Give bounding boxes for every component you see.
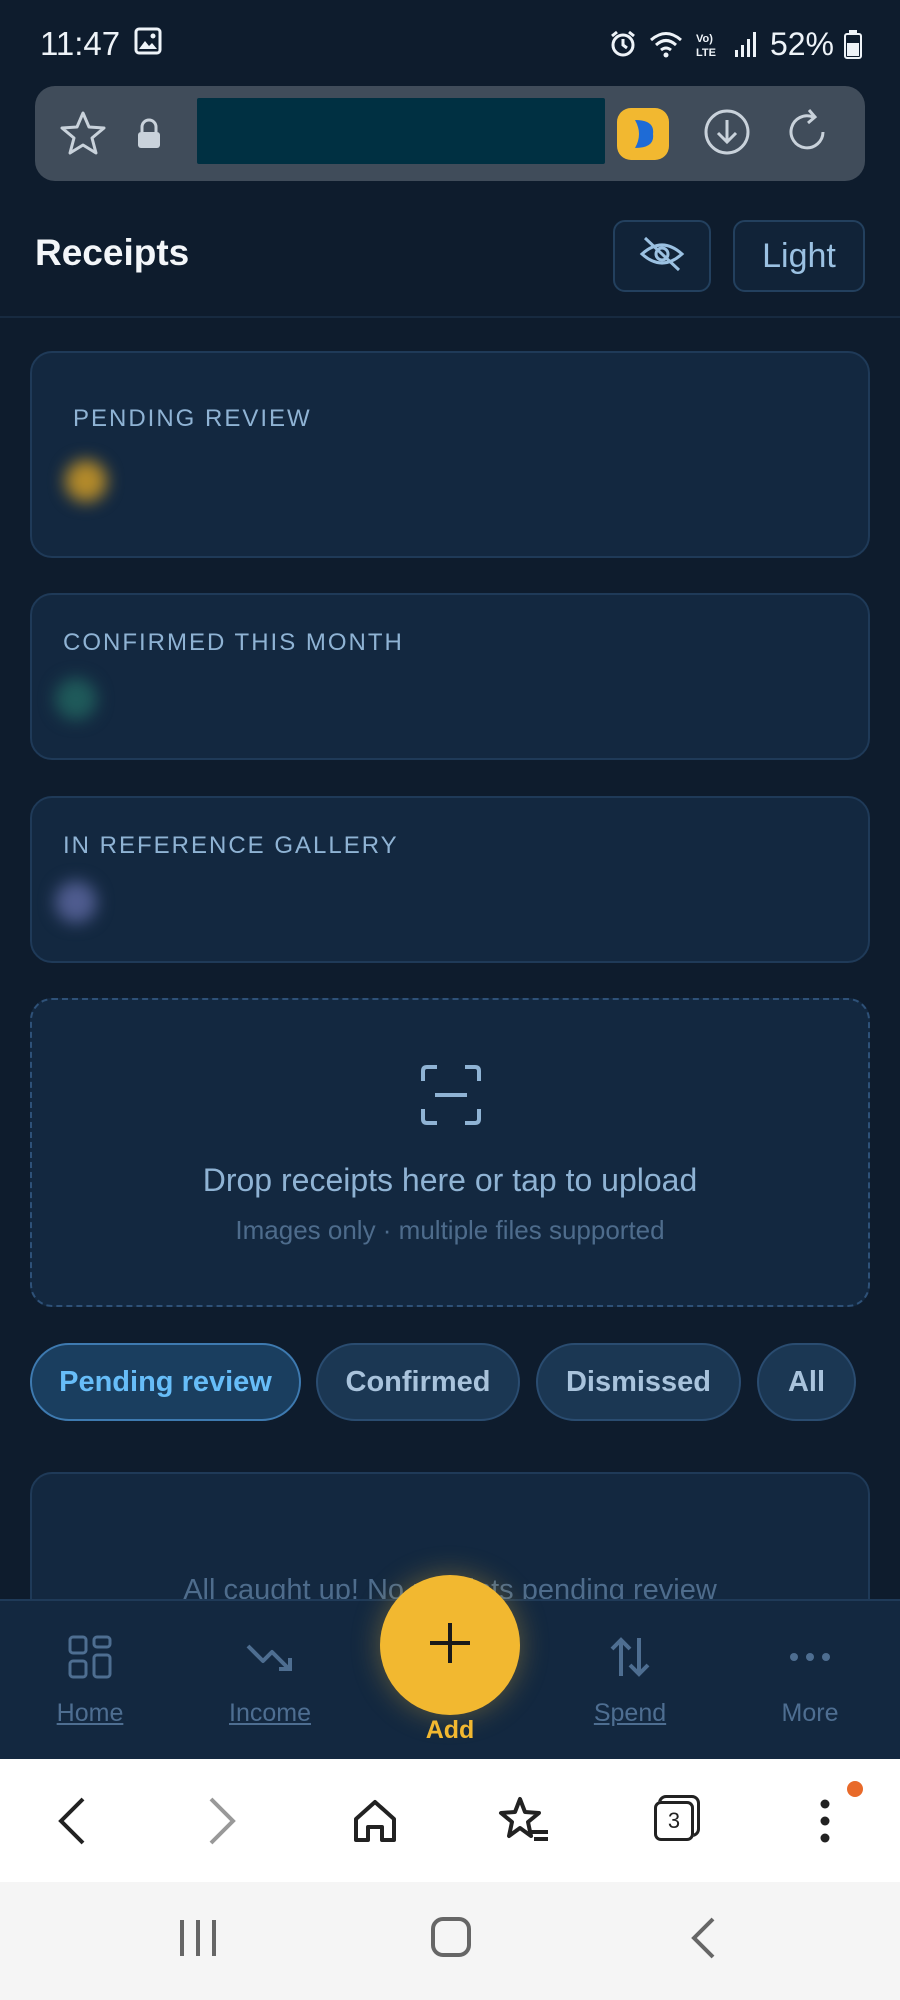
filter-all[interactable]: All [757,1343,856,1421]
receipt-upload-dropzone[interactable]: Drop receipts here or tap to upload Imag… [30,998,870,1307]
status-time: 11:47 [40,25,121,62]
app-header: Receipts Light [0,200,900,318]
lock-icon[interactable] [121,106,177,162]
stat-label: CONFIRMED THIS MONTH [63,629,404,656]
stat-label: IN REFERENCE GALLERY [63,832,399,859]
stat-value-hidden [55,881,97,923]
system-back-icon[interactable] [688,1916,718,1965]
svg-text:LTE: LTE [696,47,716,59]
dropzone-subtitle: Images only · multiple files supported [235,1215,665,1245]
signal-icon [734,30,760,58]
filter-confirmed[interactable]: Confirmed [316,1343,520,1421]
nav-income[interactable]: Income [200,1631,340,1728]
extension-icon[interactable] [617,108,669,160]
more-dots-icon [740,1631,880,1683]
add-label: Add [425,1716,475,1744]
status-bar: 11:47 Vo) LTE 52% [0,0,900,88]
grid-icon [20,1631,160,1683]
stat-value-hidden [65,460,107,502]
system-nav-bar [0,1882,900,2000]
notification-dot [847,1781,863,1797]
bookmarks-icon[interactable] [492,1789,556,1853]
back-icon[interactable] [40,1789,104,1853]
nav-label: Income [229,1699,311,1727]
add-receipt-button[interactable] [380,1575,520,1715]
stat-card-reference-gallery: IN REFERENCE GALLERY [30,796,870,963]
forward-icon[interactable] [190,1789,254,1853]
stat-card-pending-review: PENDING REVIEW [30,351,870,558]
browser-toolbar: 3 [0,1759,900,1882]
battery-text: 52% [769,25,834,62]
wifi-icon [648,29,684,59]
browser-address-bar [35,86,865,181]
gallery-icon [134,25,162,63]
dropzone-title: Drop receipts here or tap to upload [202,1162,698,1198]
home-icon[interactable] [343,1789,407,1853]
home-button-icon[interactable] [430,1916,472,1963]
plus-icon [428,1621,472,1670]
hide-amounts-button[interactable] [613,220,711,292]
tabs-count: 3 [654,1801,694,1841]
reload-icon[interactable] [779,104,835,165]
stat-value-hidden [55,678,97,720]
trend-down-icon [200,1631,340,1683]
nav-home[interactable]: Home [20,1631,160,1728]
svg-text:Vo): Vo) [696,33,713,45]
url-field[interactable] [197,98,605,164]
nav-label: Home [56,1699,124,1727]
filter-pending-review[interactable]: Pending review [30,1343,301,1421]
volte-icon: Vo) LTE [694,29,724,59]
nav-spend[interactable]: Spend [560,1631,700,1728]
stat-label: PENDING REVIEW [73,405,312,432]
page-title: Receipts [35,232,190,273]
nav-label: Spend [593,1699,667,1727]
bookmark-star-icon[interactable] [55,106,111,162]
status-left: 11:47 [40,25,162,63]
stat-card-confirmed: CONFIRMED THIS MONTH [30,593,870,760]
alarm-icon [608,29,638,59]
nav-more[interactable]: More [740,1631,880,1728]
menu-icon[interactable] [793,1789,857,1853]
nav-label: More [781,1699,839,1727]
recent-apps-icon[interactable] [178,1916,218,1965]
scan-icon [421,1065,481,1130]
battery-icon [844,29,862,59]
download-icon[interactable] [699,104,755,165]
address-bar-actions [699,104,835,165]
status-right: Vo) LTE 52% [608,26,862,63]
arrows-updown-icon [560,1631,700,1683]
filter-dismissed[interactable]: Dismissed [536,1343,741,1421]
eye-off-icon [639,234,685,279]
theme-toggle-button[interactable]: Light [733,220,865,292]
tabs-icon[interactable]: 3 [642,1789,706,1853]
